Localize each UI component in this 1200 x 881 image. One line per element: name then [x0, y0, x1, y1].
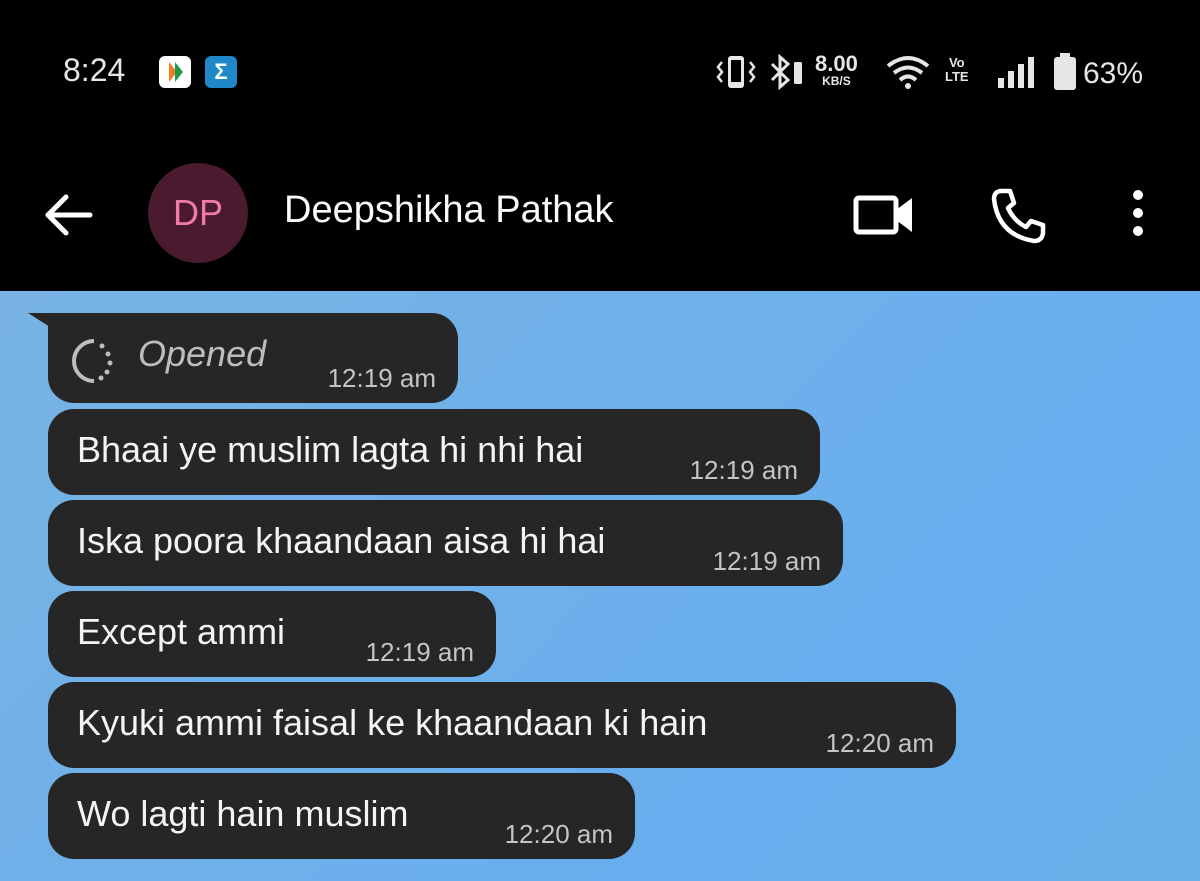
message-bubble[interactable]: Wo lagti hain muslim 12:20 am — [48, 773, 635, 859]
message-text: Except ammi — [77, 611, 286, 652]
chat-header: DP Deepshikha Pathak — [0, 145, 1200, 291]
phone-call-icon[interactable] — [988, 185, 1048, 245]
message-bubble[interactable]: Kyuki ammi faisal ke khaandaan ki hain 1… — [48, 682, 956, 768]
chat-area[interactable]: Opened 12:19 am Bhaai ye muslim lagta hi… — [0, 291, 1200, 881]
message-time: 12:19 am — [365, 637, 474, 667]
message-opened-status[interactable]: Opened 12:19 am — [48, 313, 458, 403]
status-bar: 8:24 Σ 8.00 KB/S Vo LTE 63% — [0, 0, 1200, 145]
message-bubble[interactable]: Iska poora khaandaan aisa hi hai 12:19 a… — [48, 500, 843, 586]
message-bubble[interactable]: Except ammi 12:19 am — [48, 591, 496, 677]
contact-name[interactable]: Deepshikha Pathak — [284, 189, 614, 232]
message-text: Iska poora khaandaan aisa hi hai — [77, 520, 606, 561]
message-text: Wo lagti hain muslim — [77, 793, 409, 834]
message-time: 12:19 am — [712, 546, 821, 576]
bubble-tail — [28, 313, 50, 327]
opened-status-icon — [72, 339, 113, 383]
vibrate-icon — [716, 56, 756, 88]
avatar[interactable]: DP — [148, 163, 248, 263]
message-time: 12:20 am — [504, 819, 613, 849]
signal-icon — [998, 57, 1034, 88]
status-time: 8:24 — [63, 52, 126, 88]
message-text: Bhaai ye muslim lagta hi nhi hai — [77, 429, 584, 470]
message-time: 12:20 am — [825, 728, 934, 758]
battery-icon — [1054, 53, 1076, 90]
sigma-icon: Σ — [205, 56, 237, 88]
bluetooth-icon — [770, 54, 802, 90]
video-call-icon[interactable] — [850, 190, 916, 240]
opened-label: Opened — [138, 333, 267, 374]
wifi-icon — [886, 56, 930, 89]
bhim-icon — [159, 56, 191, 88]
network-speed: 8.00 KB/S — [815, 51, 858, 89]
battery-percentage: 63% — [1083, 57, 1144, 90]
back-arrow-icon[interactable] — [40, 187, 96, 243]
message-time: 12:19 am — [327, 363, 436, 393]
more-vert-icon[interactable] — [1120, 185, 1156, 245]
message-text: Kyuki ammi faisal ke khaandaan ki hain — [77, 702, 708, 743]
message-time: 12:19 am — [689, 455, 798, 485]
volte-indicator: Vo LTE — [945, 55, 969, 84]
message-bubble[interactable]: Bhaai ye muslim lagta hi nhi hai 12:19 a… — [48, 409, 820, 495]
